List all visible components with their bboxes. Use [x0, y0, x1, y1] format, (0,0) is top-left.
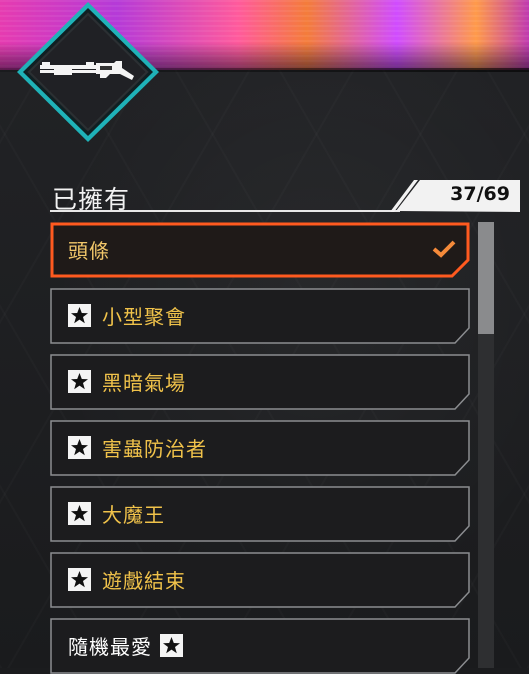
star-icon	[68, 568, 91, 591]
owned-counter: 37/69	[390, 180, 520, 212]
list-item[interactable]: 黑暗氣場	[50, 354, 470, 410]
list-item-label: 黑暗氣場	[102, 371, 186, 395]
title-underline	[50, 210, 400, 212]
list-item-selected[interactable]: 頭條	[50, 222, 470, 278]
scrollbar-track[interactable]	[478, 222, 494, 668]
list-item-label: 遊戲結束	[102, 569, 186, 593]
scrollbar-thumb[interactable]	[478, 222, 494, 334]
star-icon	[68, 304, 91, 327]
list-item[interactable]: 大魔王	[50, 486, 470, 542]
shotgun-icon	[40, 61, 134, 80]
list-item[interactable]: 遊戲結束	[50, 552, 470, 608]
list-item-label: 隨機最愛	[68, 635, 152, 659]
list-item-label: 害蟲防治者	[102, 437, 207, 461]
list-item-label: 大魔王	[102, 503, 165, 527]
checkmark-icon	[432, 240, 456, 258]
list-item[interactable]: 小型聚會	[50, 288, 470, 344]
star-icon	[160, 634, 183, 657]
weapon-badge	[13, 0, 163, 145]
star-icon	[68, 502, 91, 525]
star-icon	[68, 370, 91, 393]
star-icon	[68, 436, 91, 459]
list-item-label: 小型聚會	[102, 305, 186, 329]
owned-header: 已擁有 37/69	[50, 180, 520, 214]
list-item-random-favorite[interactable]: 隨機最愛	[50, 618, 470, 674]
counter-text: 37/69	[450, 183, 510, 205]
list-item[interactable]: 害蟲防治者	[50, 420, 470, 476]
list-item-label: 頭條	[68, 239, 110, 263]
